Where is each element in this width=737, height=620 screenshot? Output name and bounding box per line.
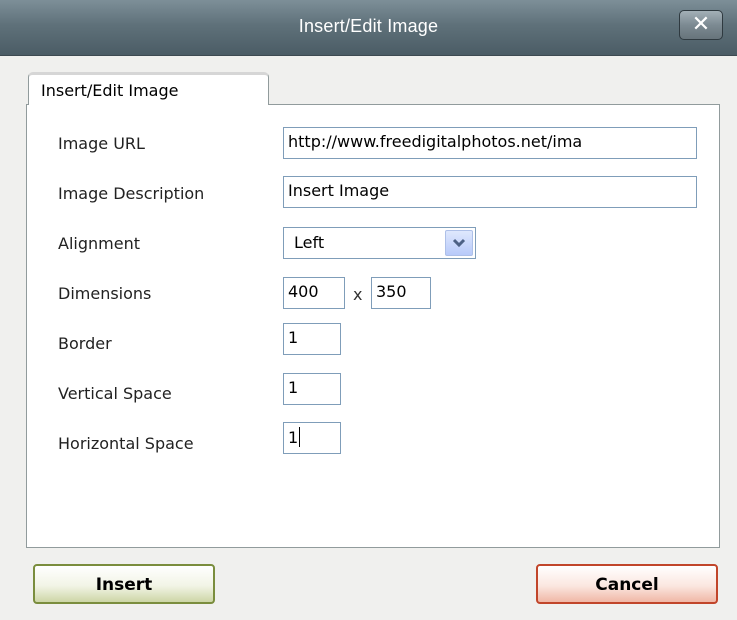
tab-panel <box>26 104 720 548</box>
dimensions-separator: x <box>353 285 363 304</box>
image-description-input[interactable]: Insert Image <box>283 176 697 208</box>
insert-edit-image-dialog: Insert/Edit Image ✕ Insert/Edit Image Im… <box>0 0 737 620</box>
vertical-space-label: Vertical Space <box>58 384 172 403</box>
image-description-label: Image Description <box>58 184 205 203</box>
horizontal-space-value: 1 <box>288 428 299 447</box>
dialog-title: Insert/Edit Image <box>298 16 439 36</box>
alignment-label: Alignment <box>58 234 140 253</box>
text-caret <box>299 427 301 447</box>
horizontal-space-label: Horizontal Space <box>58 434 194 453</box>
tab-insert-edit-image[interactable]: Insert/Edit Image <box>28 72 269 105</box>
cancel-button[interactable]: Cancel <box>536 564 718 604</box>
image-url-label: Image URL <box>58 134 145 153</box>
insert-button[interactable]: Insert <box>33 564 215 604</box>
border-input[interactable]: 1 <box>283 323 341 355</box>
chevron-down-icon <box>452 238 466 248</box>
dropdown-arrow-button[interactable] <box>445 230 473 256</box>
vertical-space-input[interactable]: 1 <box>283 373 341 405</box>
dialog-titlebar[interactable]: Insert/Edit Image ✕ <box>0 0 737 56</box>
dimensions-label: Dimensions <box>58 284 152 303</box>
tab-label: Insert/Edit Image <box>41 81 179 100</box>
border-label: Border <box>58 334 112 353</box>
close-icon: ✕ <box>691 12 711 37</box>
horizontal-space-input[interactable]: 1 <box>283 422 341 454</box>
width-input[interactable]: 400 <box>283 277 345 309</box>
height-input[interactable]: 350 <box>371 277 431 309</box>
image-url-input[interactable]: http://www.freedigitalphotos.net/ima <box>283 127 697 159</box>
alignment-select[interactable]: Left <box>283 227 476 259</box>
alignment-selected-value: Left <box>294 233 325 252</box>
close-button[interactable]: ✕ <box>679 10 723 40</box>
